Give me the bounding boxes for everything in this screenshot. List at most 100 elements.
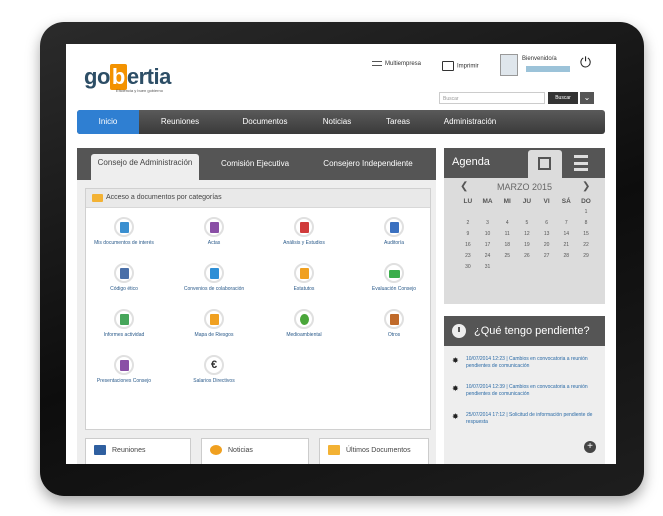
category-auditoria[interactable]: Auditoría xyxy=(354,217,434,246)
calendar-icon xyxy=(94,445,106,456)
next-month-icon[interactable]: ❯ xyxy=(582,181,590,192)
category-actas[interactable]: Actas xyxy=(174,217,254,246)
search-input[interactable]: Buscar xyxy=(439,92,545,104)
category-mis-documentos[interactable]: Mis documentos de interés xyxy=(84,217,164,246)
calendar-day xyxy=(576,262,596,273)
add-icon[interactable]: + xyxy=(584,441,596,453)
tab-consejo-administracion[interactable]: Consejo de Administración xyxy=(91,154,199,180)
category-salarios[interactable]: € Salarios Directivos xyxy=(174,355,254,384)
calendar-view-icon[interactable] xyxy=(528,150,562,178)
nav-reuniones[interactable]: Reuniones xyxy=(147,110,213,134)
nav-noticias[interactable]: Noticias xyxy=(309,110,365,134)
calendar-day[interactable]: 30 xyxy=(458,262,478,273)
category-analisis[interactable]: Análisis y Estudios xyxy=(264,217,344,246)
gear-icon: ✸ xyxy=(452,356,459,365)
power-icon[interactable]: ⏻ xyxy=(580,54,591,71)
category-estatutos[interactable]: Estatutos xyxy=(264,263,344,292)
minutes-icon xyxy=(204,217,224,237)
calendar-day[interactable]: 10 xyxy=(478,229,498,240)
calendar-day[interactable]: 18 xyxy=(497,240,517,251)
pending-item[interactable]: ✸ 25/07/2014 17:12 | Solicitud de informa… xyxy=(452,412,600,426)
widget-ultimos-documentos[interactable]: Últimos Documentos xyxy=(319,438,429,464)
calendar-day xyxy=(497,262,517,273)
category-evaluacion[interactable]: Evaluación Consejo xyxy=(354,263,434,292)
calendar-day xyxy=(556,207,576,218)
widget-noticias[interactable]: Noticias xyxy=(201,438,309,464)
calendar-day[interactable]: 31 xyxy=(478,262,498,273)
calendar-day[interactable]: 27 xyxy=(537,251,557,262)
calendar-day[interactable]: 28 xyxy=(556,251,576,262)
pending-item[interactable]: ✸ 10/07/2014 12:39 | Cambios en convocato… xyxy=(452,384,600,398)
category-mapa-riesgos[interactable]: Mapa de Riesgos xyxy=(174,309,254,338)
calendar-day[interactable]: 29 xyxy=(576,251,596,262)
list-view-icon[interactable] xyxy=(574,155,588,171)
category-codigo-etico[interactable]: Código ético xyxy=(84,263,164,292)
nav-administracion[interactable]: Administración xyxy=(433,110,507,134)
calendar-day[interactable]: 23 xyxy=(458,251,478,262)
weekday-label: SÁ xyxy=(561,198,571,205)
council-tabs: Consejo de Administración Comisión Ejecu… xyxy=(77,148,436,180)
calendar-day[interactable]: 11 xyxy=(497,229,517,240)
agenda-title: Agenda xyxy=(452,156,490,168)
search-button[interactable]: Buscar xyxy=(548,92,578,104)
tree-icon xyxy=(294,309,314,329)
calendar-day[interactable]: 17 xyxy=(478,240,498,251)
tab-consejero-independiente[interactable]: Consejero Independiente xyxy=(309,154,427,180)
nav-inicio[interactable]: Inicio xyxy=(77,110,139,134)
calendar-day[interactable]: 24 xyxy=(478,251,498,262)
calendar-day[interactable]: 5 xyxy=(517,218,537,229)
widget-reuniones[interactable]: Reuniones xyxy=(85,438,191,464)
nav-documentos[interactable]: Documentos xyxy=(225,110,305,134)
documents-by-category: Acceso a documentos por categorías Mis d… xyxy=(85,188,431,430)
calendar-day[interactable]: 19 xyxy=(517,240,537,251)
calendar-day[interactable]: 20 xyxy=(537,240,557,251)
agenda-widget: Agenda ❮ MARZO 2015 ❯ LU MA MI JU VI SÁ DO 1 2 3 4… xyxy=(444,148,605,304)
calendar-day[interactable]: 6 xyxy=(537,218,557,229)
calendar-day[interactable]: 3 xyxy=(478,218,498,229)
calendar-day[interactable]: 4 xyxy=(497,218,517,229)
gobertia-logo[interactable]: gobertia xyxy=(84,64,171,90)
user-avatar[interactable] xyxy=(500,54,518,76)
calendar-day[interactable]: 2 xyxy=(458,218,478,229)
chevron-down-icon[interactable]: ⌄ xyxy=(580,92,594,104)
pending-header: ¿Qué tengo pendiente? xyxy=(444,316,605,346)
category-otros[interactable]: Otros xyxy=(354,309,434,338)
calendar-day xyxy=(458,207,478,218)
calendar-day xyxy=(517,207,537,218)
calendar-day[interactable]: 12 xyxy=(517,229,537,240)
weekday-label: VI xyxy=(543,198,550,205)
print-link[interactable]: Imprimir xyxy=(442,61,479,71)
evaluation-icon xyxy=(384,263,404,283)
calendar-day[interactable]: 7 xyxy=(556,218,576,229)
calendar-day[interactable]: 15 xyxy=(576,229,596,240)
username-bar xyxy=(526,66,570,72)
tab-comision-ejecutiva[interactable]: Comisión Ejecutiva xyxy=(205,154,305,180)
calendar-week: 30 31 xyxy=(458,262,596,273)
nav-tareas[interactable]: Tareas xyxy=(373,110,423,134)
documents-box-header: Acceso a documentos por categorías xyxy=(86,189,430,208)
multiempresa-link[interactable]: Multiempresa xyxy=(372,61,421,67)
category-convenios[interactable]: Convenios de colaboración xyxy=(174,263,254,292)
calendar-day[interactable]: 9 xyxy=(458,229,478,240)
risk-map-icon xyxy=(204,309,224,329)
calendar-week: 9 10 11 12 13 14 15 xyxy=(458,229,596,240)
calendar-day[interactable]: 22 xyxy=(576,240,596,251)
calendar-day[interactable]: 8 xyxy=(576,218,596,229)
switch-arrows-icon xyxy=(372,61,382,66)
weekday-label: MA xyxy=(482,198,493,205)
calendar-day[interactable]: 14 xyxy=(556,229,576,240)
category-medioambiental[interactable]: Medioambiental xyxy=(264,309,344,338)
calendar-day[interactable]: 1 xyxy=(576,207,596,218)
documents-panel: Consejo de Administración Comisión Ejecu… xyxy=(77,148,436,464)
calendar-day[interactable]: 16 xyxy=(458,240,478,251)
calendar-day[interactable]: 21 xyxy=(556,240,576,251)
folder-icon xyxy=(92,194,103,202)
calendar-day[interactable]: 13 xyxy=(537,229,557,240)
weekday-label: DO xyxy=(581,198,591,205)
category-presentaciones[interactable]: Presentaciones Consejo xyxy=(84,355,164,384)
calendar-day[interactable]: 26 xyxy=(517,251,537,262)
calendar-day[interactable]: 25 xyxy=(497,251,517,262)
category-informes[interactable]: Informes actividad xyxy=(84,309,164,338)
calendar-day xyxy=(517,262,537,273)
pending-item[interactable]: ✸ 10/07/2014 12:23 | Cambios en convocato… xyxy=(452,356,600,370)
